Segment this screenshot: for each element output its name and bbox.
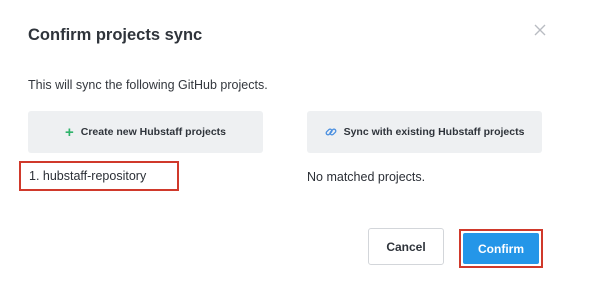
matched-projects-status: No matched projects. [307, 170, 426, 184]
sync-option-label: Sync with existing Hubstaff projects [343, 126, 525, 138]
dialog-description: This will sync the following GitHub proj… [28, 78, 268, 92]
plus-icon: + [64, 123, 74, 141]
create-new-projects-option[interactable]: + Create new Hubstaff projects [28, 111, 263, 153]
link-icon [325, 126, 337, 138]
dialog-title: Confirm projects sync [28, 26, 203, 44]
cancel-button[interactable]: Cancel [368, 228, 444, 265]
confirm-sync-dialog: Confirm projects sync This will sync the… [0, 0, 613, 287]
confirm-button[interactable]: Confirm [463, 233, 539, 264]
close-icon[interactable] [531, 21, 549, 39]
create-option-label: Create new Hubstaff projects [80, 126, 227, 138]
project-list-item: 1. hubstaff-repository [19, 161, 179, 191]
sync-existing-projects-option[interactable]: Sync with existing Hubstaff projects [307, 111, 542, 153]
